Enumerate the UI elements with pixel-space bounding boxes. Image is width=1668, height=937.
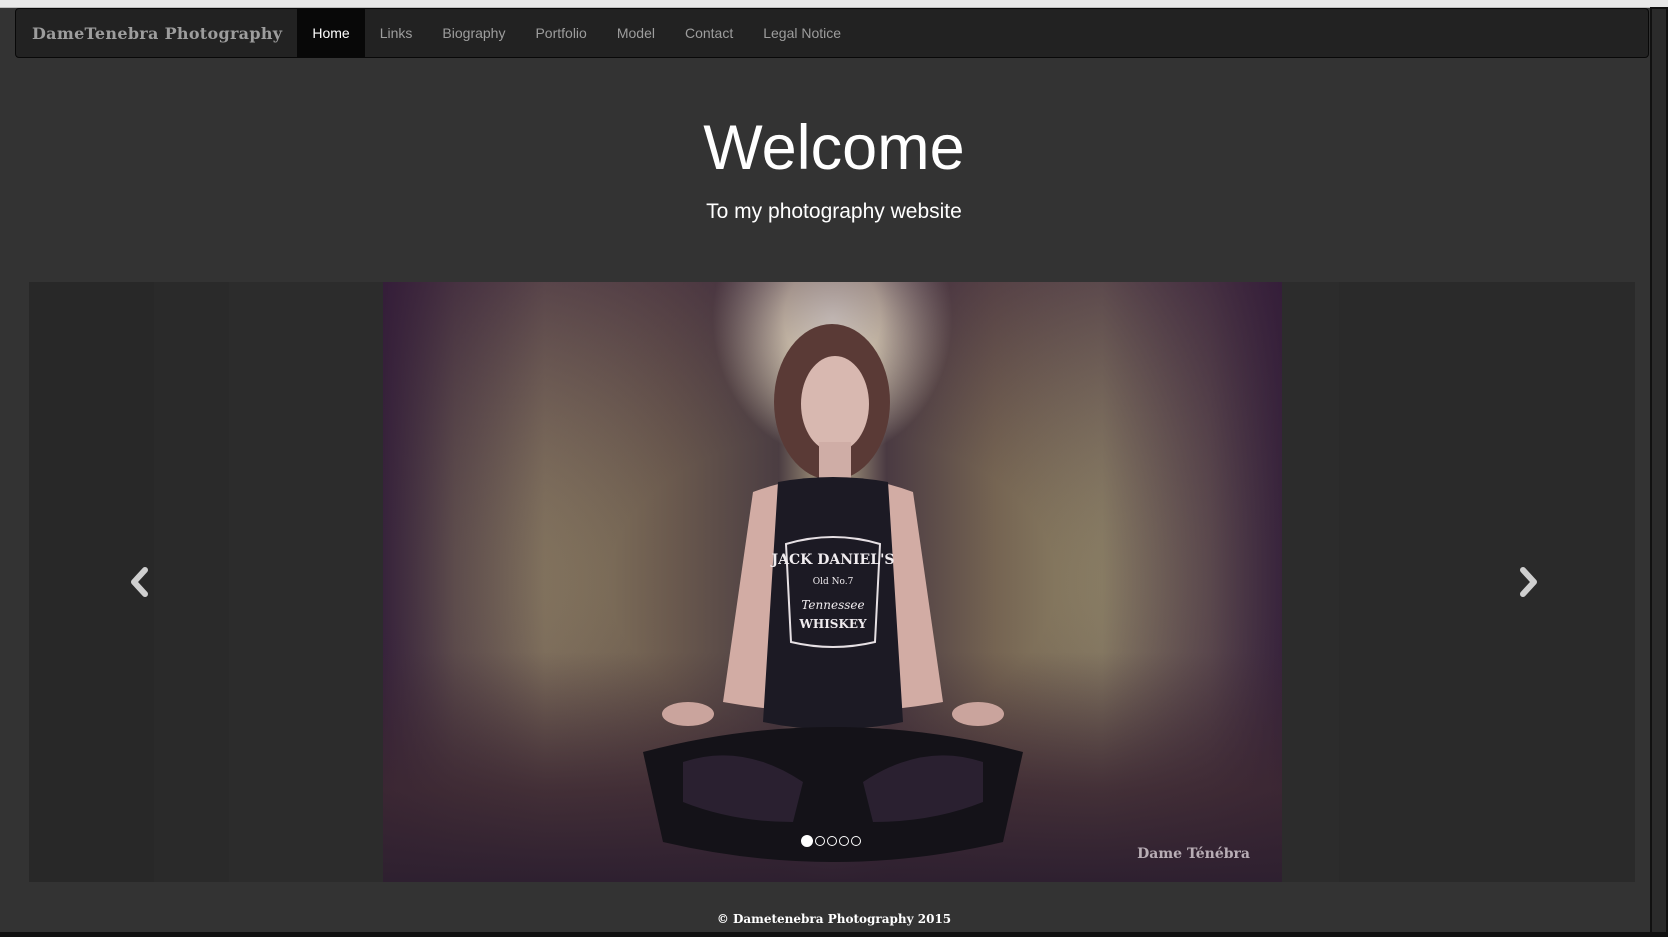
photo-model-figure: JACK DANIEL'S Old No.7 Tennessee WHISKEY: [643, 324, 1023, 862]
carousel-prev-button[interactable]: [120, 562, 160, 602]
shirt-text-line: WHISKEY: [798, 617, 867, 631]
shirt-text-line: Old No.7: [813, 577, 854, 587]
nav-item-biography[interactable]: Biography: [427, 9, 520, 57]
carousel-next-button[interactable]: [1508, 562, 1548, 602]
carousel-indicators: [801, 834, 863, 848]
navbar-brand[interactable]: DameTenebra Photography: [16, 9, 297, 57]
nav-item-portfolio[interactable]: Portfolio: [520, 9, 601, 57]
carousel-indicator[interactable]: [801, 835, 813, 847]
top-navbar: DameTenebra Photography Home Links Biogr…: [15, 8, 1649, 58]
carousel-indicator[interactable]: [815, 836, 825, 846]
nav-item-contact[interactable]: Contact: [670, 9, 748, 57]
carousel-indicator[interactable]: [827, 836, 837, 846]
carousel-right-shade: [1339, 282, 1635, 882]
shirt-text-line: Tennessee: [801, 598, 864, 612]
carousel-indicator[interactable]: [839, 836, 849, 846]
page-subtitle: To my photography website: [706, 200, 962, 223]
hero-section: Welcome To my photography website: [0, 100, 1668, 224]
shirt-text-line: JACK DANIEL'S: [770, 552, 895, 568]
nav-item-legal-notice[interactable]: Legal Notice: [748, 9, 856, 57]
photo-watermark: Dame Ténébra: [1137, 846, 1250, 862]
footer-copyright: © Dametenebra Photography 2015: [716, 912, 952, 926]
carousel-slide-photo: JACK DANIEL'S Old No.7 Tennessee WHISKEY…: [383, 282, 1282, 882]
nav-list: Home Links Biography Portfolio Model Con…: [297, 9, 856, 57]
chevron-left-icon: [131, 567, 148, 597]
carousel-left-shade: [154, 282, 229, 882]
chevron-right-icon: [1520, 567, 1537, 597]
page-title: Welcome: [703, 113, 965, 183]
nav-item-links[interactable]: Links: [365, 9, 428, 57]
nav-item-model[interactable]: Model: [602, 9, 670, 57]
browser-toolbar-strip: [0, 0, 1668, 8]
nav-item-home[interactable]: Home: [297, 9, 365, 57]
photo-carousel: JACK DANIEL'S Old No.7 Tennessee WHISKEY…: [29, 282, 1635, 882]
carousel-indicator[interactable]: [851, 836, 861, 846]
window-bottom-edge: [0, 932, 1668, 937]
